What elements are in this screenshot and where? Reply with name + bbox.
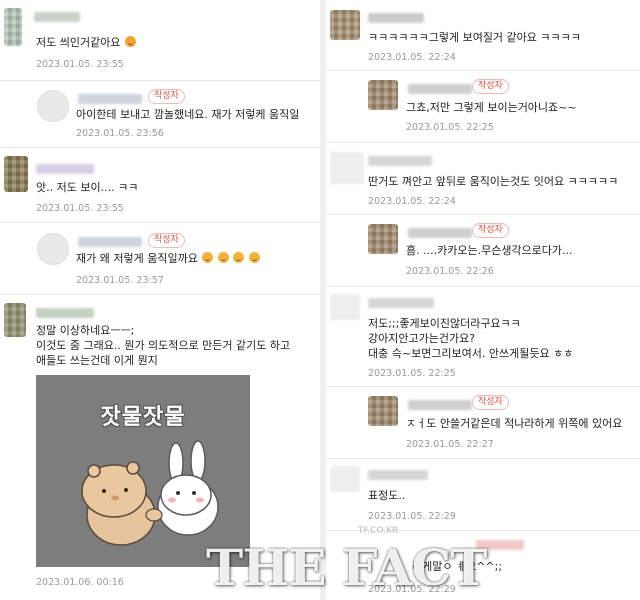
watermark-url: TF.CO.KR [358, 526, 399, 536]
commenter-name [34, 12, 80, 22]
avatar[interactable] [330, 294, 360, 320]
comment-text: 딴거도 껴안고 앞뒤로 움직이는것도 잇어요 ㅋㅋㅋㅋㅋ [368, 175, 619, 188]
author-badge: 작성자 [472, 395, 509, 410]
reply-text: 재가 왜 저렇게 움직일까요 [76, 251, 260, 266]
comment-line: 이것도 줌 그래요.. 뭔가 의도적으로 만든거 같기도 하고 [36, 339, 291, 352]
commenter-name [408, 228, 472, 238]
reply-date: 2023.01.05. 23:57 [76, 275, 164, 286]
reply-date: 2023.01.05. 23:56 [76, 128, 164, 139]
reply-text: ㅈㅓ도 안쓸거같은데 적나라하게 위쪽에 있어요 [406, 417, 623, 430]
commenter-name [408, 400, 472, 410]
avatar[interactable] [4, 8, 22, 46]
right-comment-column: ㅋㅋㅋㅋㅋㅋ그렇게 보여질거 같아요 ㅋㅋㅋㅋ 2023.01.05. 22:2… [326, 0, 640, 600]
emoji-icon [217, 252, 229, 263]
comment-date: 2023.01.05. 22:29 [368, 511, 456, 522]
comment-text: 표정도.. [368, 489, 406, 502]
emoji-icon [124, 36, 136, 47]
comment-line: 애들도 쓰는건데 이게 뭔지 [36, 354, 158, 367]
reply-date: 2023.01.05. 22:27 [406, 439, 494, 450]
reply-date: 2023.01.05. 22:25 [406, 122, 494, 133]
reply-text: 흠. ....카카오는.무슨생각으로다가... [406, 244, 573, 257]
emoji-icon [202, 252, 214, 263]
avatar[interactable] [368, 396, 398, 426]
commenter-name [408, 84, 472, 94]
commenter-name [36, 164, 94, 174]
commenter-name [368, 298, 434, 308]
comment-text: 앗.. 저도 보이.... ㅋㅋ [36, 181, 139, 194]
emoji-icon [248, 252, 260, 263]
comment-date: 2023.01.05. 23:55 [36, 59, 124, 70]
emoji-icon [233, 252, 245, 263]
reply-text: 그쵸,저만 그렇게 보이는거아니죠~~ [406, 101, 577, 114]
comment-date: 2023.01.05. 22:25 [368, 368, 456, 379]
commenter-name [368, 156, 432, 166]
comment-date: 2023.01.06. 00:16 [36, 577, 124, 588]
comment-line: 대충 슥~보면그리보여서. 안쓰게될듯요 ㅎㅎ [368, 347, 574, 360]
comment-line: 강아지안고가는건가요? [368, 332, 476, 345]
avatar[interactable] [4, 156, 28, 192]
left-comment-column: 저도 씌인거같아요 2023.01.05. 23:55 작성자 아이한테 보내고… [0, 0, 320, 600]
avatar[interactable] [330, 10, 360, 40]
avatar[interactable] [4, 303, 26, 337]
commenter-name [368, 470, 428, 480]
commenter-name [78, 237, 142, 247]
author-badge: 작성자 [472, 223, 509, 238]
reply-date: 2023.01.05. 22:26 [406, 266, 494, 277]
watermark-logo: THE FACT [206, 538, 487, 597]
comment-date: 2023.01.05. 23:55 [36, 203, 124, 214]
comment-date: 2023.01.05. 22:24 [368, 52, 456, 63]
author-badge: 작성자 [148, 233, 185, 248]
avatar[interactable] [37, 90, 69, 122]
comment-line: 정말 이상하네요ㅡㅡ; [36, 324, 135, 337]
reply-text: 아이한테 보내고 깜놀했네요. 재가 저렇케 움직일 [76, 108, 300, 121]
comment-line: 저도;;;좋게보이진않더라구요ㅋㅋ [368, 317, 521, 330]
avatar[interactable] [330, 466, 360, 492]
commenter-name [36, 308, 94, 318]
avatar[interactable] [37, 233, 69, 265]
avatar[interactable] [368, 80, 398, 110]
author-badge: 작성자 [472, 79, 509, 94]
avatar[interactable] [330, 152, 364, 184]
avatar[interactable] [368, 224, 398, 254]
comment-date: 2023.01.05. 22:24 [368, 196, 456, 207]
comment-text: ㅋㅋㅋㅋㅋㅋ그렇게 보여질거 같아요 ㅋㅋㅋㅋ [368, 31, 581, 44]
commenter-name [368, 13, 424, 23]
author-badge: 작성자 [148, 89, 185, 104]
commenter-name [78, 94, 142, 104]
comment-text: 저도 씌인거같아요 [36, 35, 136, 50]
